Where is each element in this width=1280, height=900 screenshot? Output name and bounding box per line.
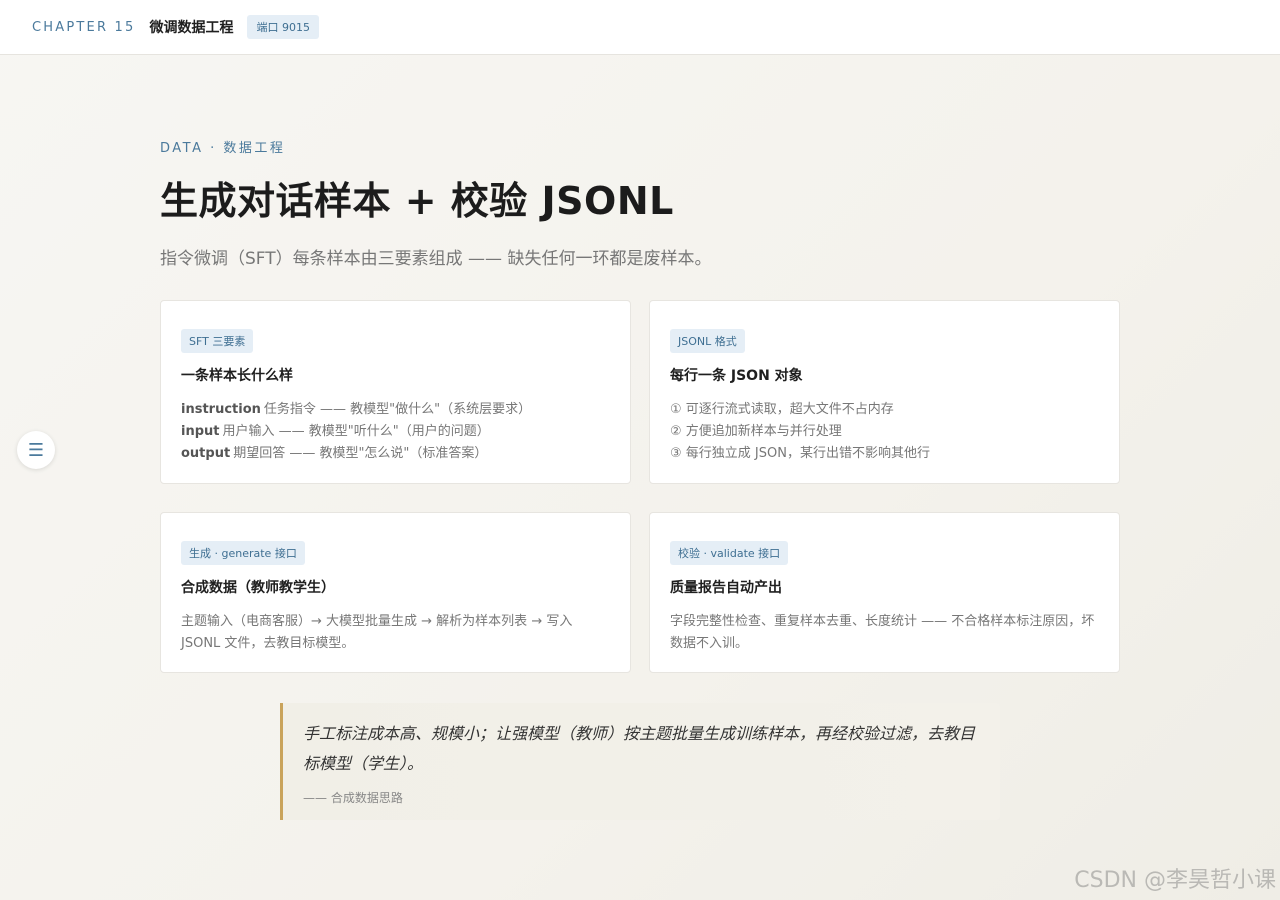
- card-tag: 生成 · generate 接口: [181, 541, 305, 565]
- menu-button[interactable]: ☰: [17, 431, 55, 469]
- menu-icon: ☰: [27, 439, 45, 461]
- card-title: 每行一条 JSON 对象: [670, 368, 803, 384]
- card-title: 合成数据（教师教学生）: [181, 580, 335, 596]
- page-title: 生成对话样本 + 校验 JSONL: [160, 179, 674, 223]
- card-sft-elements: SFT 三要素 一条样本长什么样 instruction 任务指令 —— 教模型"…: [160, 300, 631, 484]
- top-bar: CHAPTER 15 微调数据工程 端口 9015: [0, 0, 1280, 55]
- line-input: input 用户输入 —— 教模型"听什么"（用户的问题）: [181, 421, 610, 443]
- card-title: 一条样本长什么样: [181, 368, 293, 384]
- card-lines: ① 可逐行流式读取，超大文件不占内存 ② 方便追加新样本与并行处理 ③ 每行独立…: [670, 399, 1099, 465]
- card-description: 主题输入（电商客服）→ 大模型批量生成 → 解析为样本列表 → 写入 JSONL…: [181, 614, 573, 651]
- card-generate: 生成 · generate 接口 合成数据（教师教学生） 主题输入（电商客服）→…: [160, 512, 631, 673]
- card-tag: SFT 三要素: [181, 329, 254, 353]
- section-eyebrow: DATA · 数据工程: [160, 141, 286, 156]
- list-item: ① 可逐行流式读取，超大文件不占内存: [670, 402, 894, 417]
- line-text: 用户输入 —— 教模型"听什么"（用户的问题）: [222, 424, 490, 439]
- card-validate: 校验 · validate 接口 质量报告自动产出 字段完整性检查、重复样本去重…: [649, 512, 1120, 673]
- port-badge: 端口 9015: [247, 15, 319, 39]
- list-item: ③ 每行独立成 JSON，某行出错不影响其他行: [670, 446, 930, 461]
- watermark: CSDN @李昊哲小课: [1074, 868, 1276, 893]
- card-description: 字段完整性检查、重复样本去重、长度统计 —— 不合格样本标注原因，坏数据不入训。: [670, 614, 1095, 651]
- card-grid: SFT 三要素 一条样本长什么样 instruction 任务指令 —— 教模型"…: [160, 300, 1120, 673]
- chapter-label: CHAPTER 15: [32, 19, 136, 35]
- line-key: input: [181, 424, 220, 439]
- card-jsonl-format: JSONL 格式 每行一条 JSON 对象 ① 可逐行流式读取，超大文件不占内存…: [649, 300, 1120, 484]
- line-text: 任务指令 —— 教模型"做什么"（系统层要求）: [263, 402, 532, 417]
- quote-text: 手工标注成本高、规模小；让强模型（教师）按主题批量生成训练样本，再经校验过滤，去…: [303, 724, 976, 773]
- topbar-title: 微调数据工程: [149, 20, 234, 36]
- list-item: ② 方便追加新样本与并行处理: [670, 424, 842, 439]
- line-text: 期望回答 —— 教模型"怎么说"（标准答案）: [233, 446, 488, 461]
- line-key: instruction: [181, 402, 261, 417]
- card-tag: 校验 · validate 接口: [670, 541, 789, 565]
- card-tag: JSONL 格式: [670, 329, 745, 353]
- card-title: 质量报告自动产出: [670, 580, 782, 596]
- line-output: output 期望回答 —— 教模型"怎么说"（标准答案）: [181, 443, 610, 465]
- line-key: output: [181, 446, 231, 461]
- line-instruction: instruction 任务指令 —— 教模型"做什么"（系统层要求）: [181, 399, 610, 421]
- card-lines: instruction 任务指令 —— 教模型"做什么"（系统层要求） input…: [181, 399, 610, 465]
- quote-block: 手工标注成本高、规模小；让强模型（教师）按主题批量生成训练样本，再经校验过滤，去…: [280, 703, 1000, 820]
- quote-cite: —— 合成数据思路: [303, 791, 403, 805]
- page-subtitle: 指令微调（SFT）每条样本由三要素组成 —— 缺失任何一环都是废样本。: [160, 249, 712, 269]
